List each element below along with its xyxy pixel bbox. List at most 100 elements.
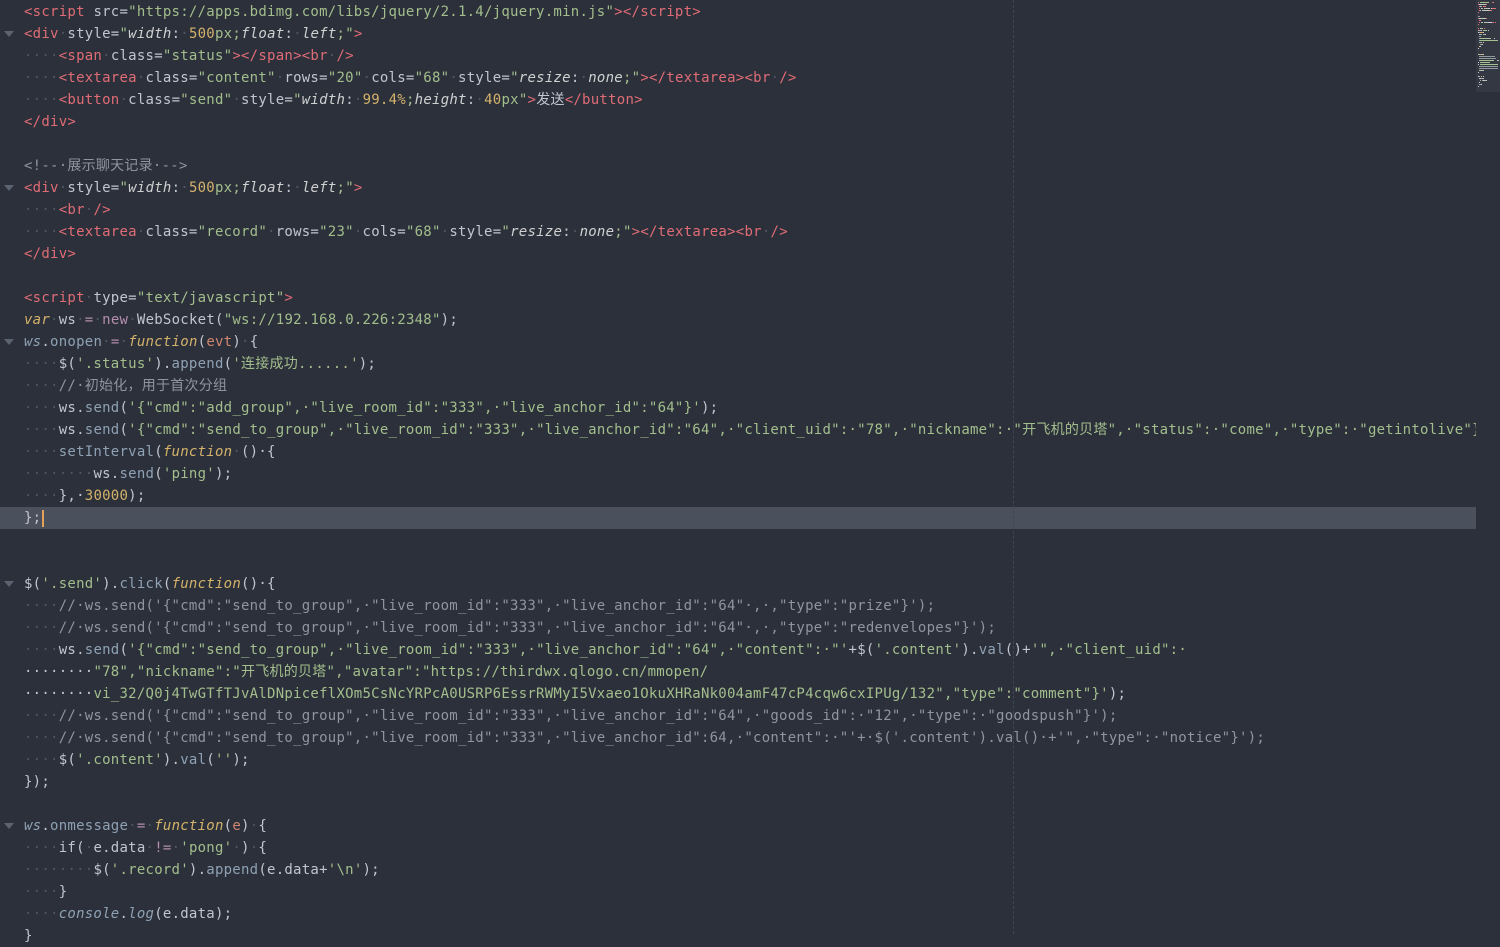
code-line[interactable]: ····$('.status').append('连接成功......'); <box>0 353 1476 375</box>
code-token: ); <box>363 862 380 878</box>
code-token: · <box>50 312 59 328</box>
code-line[interactable]: ····console.log(e.data); <box>0 903 1476 925</box>
code-token: /> <box>93 202 110 218</box>
fold-arrow-icon[interactable] <box>4 31 14 37</box>
code-token: setInterval <box>59 444 154 460</box>
minimap-viewport[interactable] <box>1476 0 1500 92</box>
code-token: script <box>640 4 692 20</box>
code-line[interactable]: <script·type="text/javascript"> <box>0 287 1476 309</box>
code-token: · <box>137 224 146 240</box>
code-line[interactable]: ····<textarea·class="record"·rows="23"·c… <box>0 221 1476 243</box>
code-token: var <box>24 312 50 328</box>
code-line[interactable]: </div> <box>0 111 1476 133</box>
code-token: '{"cmd":"add_group",·"live_room_id":"333… <box>128 400 701 416</box>
code-line[interactable]: var·ws·=·new·WebSocket("ws://192.168.0.2… <box>0 309 1476 331</box>
current-line[interactable]: }; <box>0 507 1476 529</box>
code-token: 30000 <box>85 488 128 504</box>
code-token: ;" <box>623 70 640 86</box>
code-token: <textarea <box>59 224 137 240</box>
code-token: · <box>128 818 137 834</box>
code-token: "68" <box>406 224 441 240</box>
code-line[interactable]: ····},·30000); <box>0 485 1476 507</box>
code-token: ···· <box>24 906 59 922</box>
code-line[interactable]: ····<span·class="status"></span><br·/> <box>0 45 1476 67</box>
code-line[interactable]: <script src="https://apps.bdimg.com/libs… <box>0 1 1476 23</box>
code-line[interactable]: <div·style="width:·500px;float:·left;"> <box>0 177 1476 199</box>
line-content: ····<textarea·class="record"·rows="23"·c… <box>24 221 788 243</box>
code-token: //·ws.send('{"cmd":"send_to_group",·"liv… <box>59 730 1265 746</box>
code-line[interactable]: ····<br·/> <box>0 199 1476 221</box>
code-line[interactable]: ········$('.record').append(e.data+'\n')… <box>0 859 1476 881</box>
code-line[interactable] <box>0 529 1476 551</box>
code-token: ()·{ <box>241 576 276 592</box>
code-line[interactable]: ····//·ws.send('{"cmd":"send_to_group",·… <box>0 595 1476 617</box>
line-content: ····if(·e.data·!=·'pong'·)·{ <box>24 837 267 859</box>
code-line[interactable] <box>0 133 1476 155</box>
code-token: resize <box>519 70 571 86</box>
code-token: · <box>354 224 363 240</box>
code-token: 99.4% <box>363 92 406 108</box>
fold-arrow-icon[interactable] <box>4 185 14 191</box>
code-line[interactable]: ····//·ws.send('{"cmd":"send_to_group",·… <box>0 705 1476 727</box>
code-line[interactable] <box>0 551 1476 573</box>
code-line[interactable]: ····$('.content').val(''); <box>0 749 1476 771</box>
gutter <box>0 749 22 771</box>
code-token: /> <box>771 224 788 240</box>
code-line[interactable]: <!--·展示聊天记录·--> <box>0 155 1476 177</box>
minimap[interactable] <box>1476 0 1500 934</box>
gutter <box>0 1 22 23</box>
code-line[interactable]: ws.onmessage·=·function(e)·{ <box>0 815 1476 837</box>
line-content: ····//·初始化，用于首次分组 <box>24 375 227 397</box>
code-editor[interactable]: <script src="https://apps.bdimg.com/libs… <box>0 0 1500 934</box>
code-token: height <box>415 92 467 108</box>
code-line[interactable]: ws.onopen·=·function(evt)·{ <box>0 331 1476 353</box>
line-content: }); <box>24 771 50 793</box>
line-content: } <box>24 925 33 947</box>
code-line[interactable]: ····//·ws.send('{"cmd":"send_to_group",·… <box>0 617 1476 639</box>
code-line[interactable]: ····//·ws.send('{"cmd":"send_to_group",·… <box>0 727 1476 749</box>
code-token: ;" <box>337 26 354 42</box>
code-token: 发送 <box>536 92 565 108</box>
code-line[interactable]: ····ws.send('{"cmd":"send_to_group",·"li… <box>0 639 1476 661</box>
code-line[interactable]: ········vi_32/Q0j4TwGTfTJvAlDNpiceflXOm5… <box>0 683 1476 705</box>
code-line[interactable] <box>0 793 1476 815</box>
code-line[interactable]: ····<button·class="send"·style="width:·9… <box>0 89 1476 111</box>
fold-arrow-icon[interactable] <box>4 823 14 829</box>
code-line[interactable]: ········ws.send('ping'); <box>0 463 1476 485</box>
code-token: <script <box>24 290 85 306</box>
code-token: val <box>180 752 206 768</box>
line-content: ····console.log(e.data); <box>24 903 232 925</box>
code-token: ws <box>24 334 41 350</box>
code-token: · <box>119 92 128 108</box>
code-token: function <box>154 818 223 834</box>
code-line[interactable]: ····ws.send('{"cmd":"add_group",·"live_r… <box>0 397 1476 419</box>
code-line[interactable]: }); <box>0 771 1476 793</box>
code-line[interactable]: $('.send').click(function()·{ <box>0 573 1476 595</box>
code-line[interactable]: ····if(·e.data·!=·'pong'·)·{ <box>0 837 1476 859</box>
line-content: ····} <box>24 881 67 903</box>
code-token: ( <box>119 422 128 438</box>
fold-arrow-icon[interactable] <box>4 339 14 345</box>
code-line[interactable]: ········"78","nickname":"开飞机的贝塔","avatar… <box>0 661 1476 683</box>
code-line[interactable]: </div> <box>0 243 1476 265</box>
code-token: 500 <box>189 26 215 42</box>
code-line[interactable]: ····<textarea·class="content"·rows="20"·… <box>0 67 1476 89</box>
code-line[interactable]: } <box>0 925 1476 947</box>
code-token: · <box>571 224 580 240</box>
code-token: none <box>588 70 623 86</box>
code-token: } <box>59 884 68 900</box>
code-line[interactable]: ····setInterval(function·()·{ <box>0 441 1476 463</box>
code-line[interactable]: ····ws.send('{"cmd":"send_to_group",·"li… <box>0 419 1476 441</box>
line-content: ····<textarea·class="content"·rows="20"·… <box>24 67 797 89</box>
code-token: send <box>119 466 154 482</box>
code-line[interactable]: ····} <box>0 881 1476 903</box>
code-token: != <box>154 840 171 856</box>
fold-arrow-icon[interactable] <box>4 581 14 587</box>
code-token: function <box>172 576 241 592</box>
code-line[interactable]: ····//·初始化，用于首次分组 <box>0 375 1476 397</box>
code-line[interactable]: <div·style="width:·500px;float:·left;"> <box>0 23 1476 45</box>
code-token: ;" <box>337 180 354 196</box>
code-line[interactable] <box>0 265 1476 287</box>
code-token: /> <box>779 70 796 86</box>
code-token: ···· <box>24 92 59 108</box>
